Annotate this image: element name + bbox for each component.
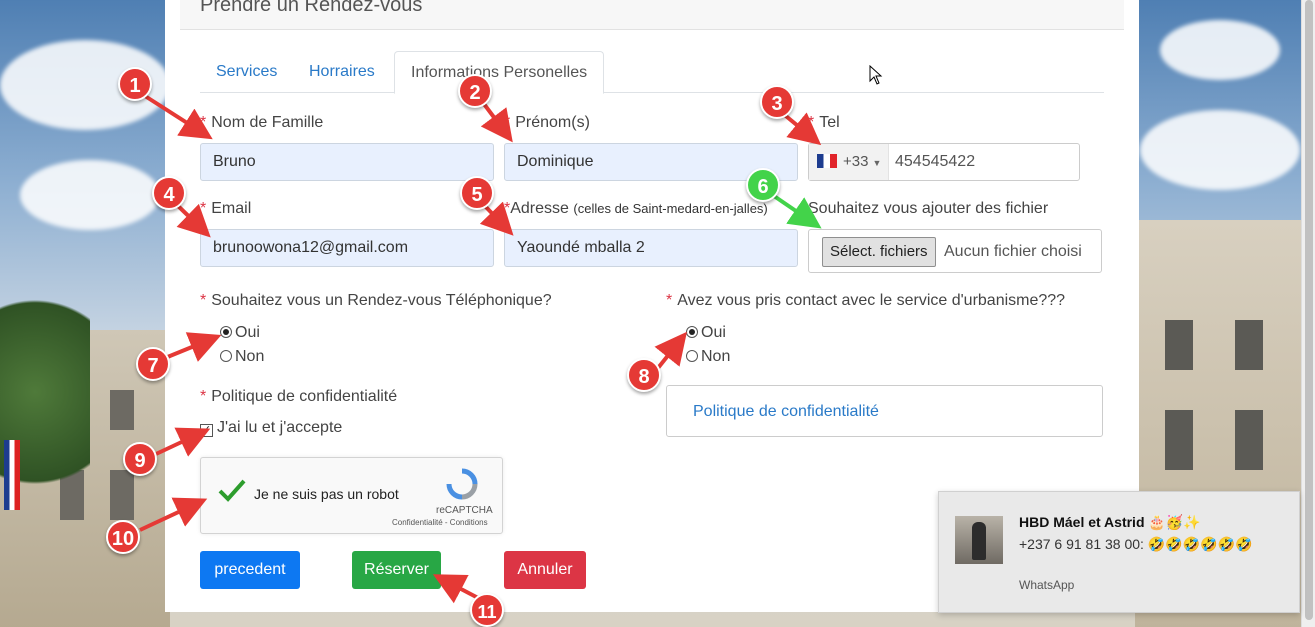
adresse-label: *Adresse (celles de Saint-medard-en-jall… (504, 200, 768, 217)
notification-app: WhatsApp (1019, 578, 1075, 592)
radio-unchecked-icon (220, 350, 232, 362)
radio-checked-icon (220, 326, 232, 338)
france-flag-icon (817, 154, 837, 168)
notification-title: HBD Máel et Astrid 🎂🥳✨ (1019, 514, 1201, 530)
annotation-2: 2 (458, 74, 492, 108)
adresse-field[interactable]: Yaoundé mballa 2 (504, 229, 798, 267)
annotation-1: 1 (118, 67, 152, 101)
recaptcha-logo-icon (446, 468, 478, 500)
notification-message: +237 6 91 81 38 00: 🤣🤣🤣🤣🤣🤣 (1019, 536, 1253, 552)
caret-down-icon: ▼ (872, 158, 882, 168)
tel-field[interactable]: +33 ▼ 454545422 (808, 143, 1080, 181)
tel-number[interactable]: 454545422 (895, 144, 975, 180)
annotation-8: 8 (627, 358, 661, 392)
checkmark-icon: ✓ (200, 424, 213, 437)
urbanisme-non-radio[interactable]: Non (686, 348, 730, 366)
nom-field[interactable]: Bruno (200, 143, 494, 181)
captcha-terms[interactable]: Confidentialité - Conditions (392, 518, 488, 527)
file-status: Aucun fichier choisi (944, 243, 1082, 260)
annotation-11: 11 (470, 593, 504, 627)
email-label: * Email (200, 200, 252, 217)
annotation-3: 3 (760, 85, 794, 119)
radio-unchecked-icon (686, 350, 698, 362)
nom-label: * Nom de Famille (200, 114, 324, 131)
panel-header: Prendre un Rendez-vous (180, 0, 1124, 30)
reserver-button[interactable]: Réserver (352, 551, 441, 589)
country-code-select[interactable]: +33 ▼ (809, 144, 889, 180)
urbanisme-label: * Avez vous pris contact avec le service … (666, 292, 1066, 309)
captcha-brand: reCAPTCHA (436, 505, 493, 516)
page-title: Prendre un Rendez-vous (200, 0, 423, 16)
whatsapp-notification[interactable]: HBD Máel et Astrid 🎂🥳✨ +237 6 91 81 38 0… (938, 491, 1300, 613)
annotation-7: 7 (136, 347, 170, 381)
annotation-10: 10 (106, 520, 140, 554)
captcha-checkmark-icon[interactable] (217, 476, 247, 506)
urbanisme-oui-radio[interactable]: Oui (686, 324, 726, 342)
tab-bar: Services Horraires Informations Personel… (200, 51, 1104, 94)
politique-label: * Politique de confidentialité (200, 388, 398, 405)
annuler-button[interactable]: Annuler (504, 551, 586, 589)
precedent-button[interactable]: precedent (200, 551, 300, 589)
avatar (955, 516, 1003, 564)
email-field[interactable]: brunoowona12@gmail.com (200, 229, 494, 267)
annotation-6: 6 (746, 168, 780, 202)
fichier-label: Souhaitez vous ajouter des fichier (808, 200, 1049, 217)
prenom-label: * Prénom(s) (504, 114, 590, 131)
privacy-policy-link[interactable]: Politique de confidentialité (693, 386, 879, 438)
tel-label: * Tel (808, 114, 840, 131)
recaptcha-widget[interactable]: Je ne suis pas un robot reCAPTCHA Confid… (200, 457, 503, 534)
rdv-tel-oui-radio[interactable]: Oui (220, 324, 260, 342)
file-input: Sélect. fichiers Aucun fichier choisi (808, 229, 1102, 273)
annotation-9: 9 (123, 442, 157, 476)
rdv-tel-label: * Souhaitez vous un Rendez-vous Téléphoni… (200, 292, 552, 309)
accept-checkbox[interactable]: ✓ J'ai lu et j'accepte (200, 419, 342, 437)
mouse-cursor-icon (869, 65, 883, 85)
page-scrollbar[interactable] (1301, 0, 1315, 627)
annotation-5: 5 (460, 176, 494, 210)
tab-informations-personelles[interactable]: Informations Personelles (394, 51, 605, 94)
annotation-4: 4 (152, 176, 186, 210)
privacy-box: Politique de confidentialité (666, 385, 1103, 437)
tab-horaires[interactable]: Horraires (293, 51, 391, 93)
radio-checked-icon (686, 326, 698, 338)
scrollbar-thumb[interactable] (1305, 0, 1313, 620)
tab-services[interactable]: Services (200, 51, 293, 93)
select-files-button[interactable]: Sélect. fichiers (822, 237, 936, 267)
captcha-text: Je ne suis pas un robot (254, 486, 399, 502)
rdv-tel-non-radio[interactable]: Non (220, 348, 264, 366)
